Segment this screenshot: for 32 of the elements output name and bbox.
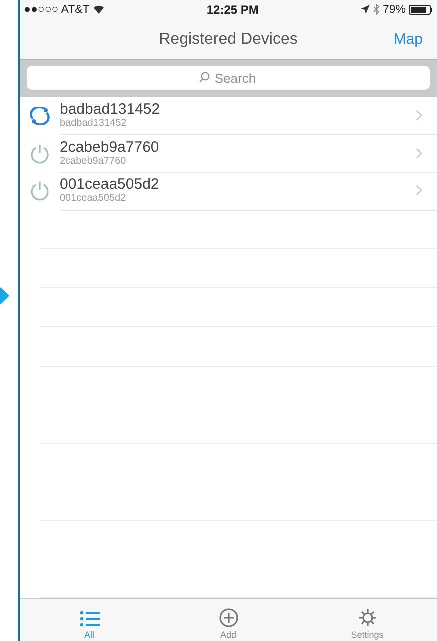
device-name: 001ceaa505d2 bbox=[60, 176, 160, 194]
chevron-icon bbox=[416, 185, 423, 196]
battery-label: 79% bbox=[382, 4, 406, 16]
power-icon bbox=[29, 180, 51, 202]
map-button[interactable]: Map bbox=[394, 30, 423, 48]
sync-icon bbox=[29, 106, 51, 125]
power-icon bbox=[29, 142, 51, 165]
chevron-icon bbox=[416, 110, 423, 121]
battery-icon bbox=[408, 4, 433, 15]
screen-title: Registered Devices bbox=[159, 30, 298, 49]
tab-button[interactable]: Settings bbox=[328, 599, 408, 641]
wifi-icon bbox=[92, 5, 105, 14]
tab-button[interactable]: All bbox=[50, 599, 130, 641]
chevron-icon bbox=[416, 148, 423, 159]
location-icon bbox=[360, 5, 370, 14]
device-row[interactable]: 001ceaa505d2 001ceaa505d2 bbox=[60, 172, 437, 211]
device-name: badbad131452 bbox=[60, 100, 162, 118]
add-icon bbox=[218, 608, 238, 628]
device-id: 001ceaa505d2 bbox=[60, 193, 128, 206]
search-field[interactable]: Search bbox=[27, 66, 430, 90]
device-id: badbad131452 bbox=[60, 118, 128, 130]
bluetooth-icon bbox=[372, 4, 380, 16]
device-row[interactable]: 2cabeb9a7760 2cabeb9a7760 bbox=[60, 134, 437, 173]
device-id: 2cabeb9a7760 bbox=[60, 156, 128, 168]
carrier-label: ●●○○○ AT&T bbox=[24, 4, 105, 16]
list-icon bbox=[78, 610, 100, 628]
search-icon bbox=[199, 72, 210, 84]
clock-label: 12:25 PM bbox=[206, 2, 259, 17]
tab-button[interactable]: Add bbox=[188, 599, 268, 641]
device-name: 2cabeb9a7760 bbox=[60, 138, 160, 156]
device-row[interactable]: badbad131452 badbad131452 bbox=[60, 96, 437, 136]
settings-icon bbox=[358, 608, 378, 628]
